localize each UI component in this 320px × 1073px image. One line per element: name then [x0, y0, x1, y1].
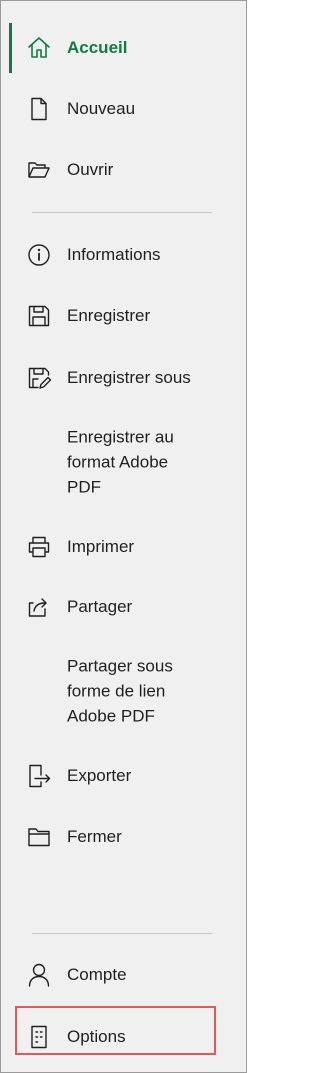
nav-item-compte[interactable]: Compte	[1, 955, 246, 995]
info-icon	[28, 244, 50, 266]
person-icon	[28, 963, 50, 987]
nav-item-enregistrer-pdf[interactable]: Enregistrer au format Adobe PDF	[1, 417, 246, 507]
nav-label-imprimer: Imprimer	[67, 537, 135, 556]
nav-label-nouveau: Nouveau	[67, 99, 136, 118]
nav-item-accueil[interactable]: Accueil	[1, 28, 246, 68]
nav-label-ouvrir: Ouvrir	[67, 160, 114, 179]
share-icon	[28, 598, 47, 617]
nav-label-exporter: Exporter	[67, 766, 132, 785]
nav-label-enregistrer-sous: Enregistrer sous	[67, 368, 191, 387]
nav-label-enregistrer: Enregistrer	[67, 306, 151, 325]
export-icon	[29, 764, 51, 788]
nav-item-informations[interactable]: Informations	[1, 235, 246, 275]
new-document-icon	[31, 97, 47, 121]
save-as-icon	[28, 367, 52, 389]
printer-icon	[28, 536, 50, 558]
nav-label-compte: Compte	[67, 965, 127, 984]
nav-item-enregistrer[interactable]: Enregistrer	[1, 296, 246, 336]
options-highlight-box	[15, 1006, 216, 1055]
nav-label-informations: Informations	[67, 245, 161, 264]
nav-item-exporter[interactable]: Exporter	[1, 756, 246, 796]
nav-item-partager[interactable]: Partager	[1, 587, 246, 627]
nav-item-ouvrir[interactable]: Ouvrir	[1, 150, 246, 190]
nav-divider-bottom	[32, 933, 212, 934]
nav-item-partager-lien-pdf[interactable]: Partager sous forme de lien Adobe PDF	[1, 646, 246, 736]
nav-label-fermer: Fermer	[67, 827, 122, 846]
close-folder-icon	[28, 828, 50, 847]
nav-divider	[32, 212, 212, 213]
backstage-nav-pane: Accueil Nouveau Ouvrir Informations Enre…	[0, 0, 247, 1073]
nav-label-partager: Partager	[67, 597, 133, 616]
nav-label-partager-lien-pdf: Partager sous forme de lien Adobe PDF	[67, 656, 173, 726]
nav-item-enregistrer-sous[interactable]: Enregistrer sous	[1, 358, 246, 398]
nav-label-enregistrer-pdf: Enregistrer au format Adobe PDF	[67, 427, 174, 497]
nav-item-nouveau[interactable]: Nouveau	[1, 89, 246, 129]
open-folder-icon	[28, 162, 50, 178]
nav-item-imprimer[interactable]: Imprimer	[1, 527, 246, 567]
home-icon	[28, 37, 50, 58]
nav-item-fermer[interactable]: Fermer	[1, 817, 246, 857]
nav-label-accueil: Accueil	[67, 38, 128, 57]
save-icon	[28, 305, 50, 327]
